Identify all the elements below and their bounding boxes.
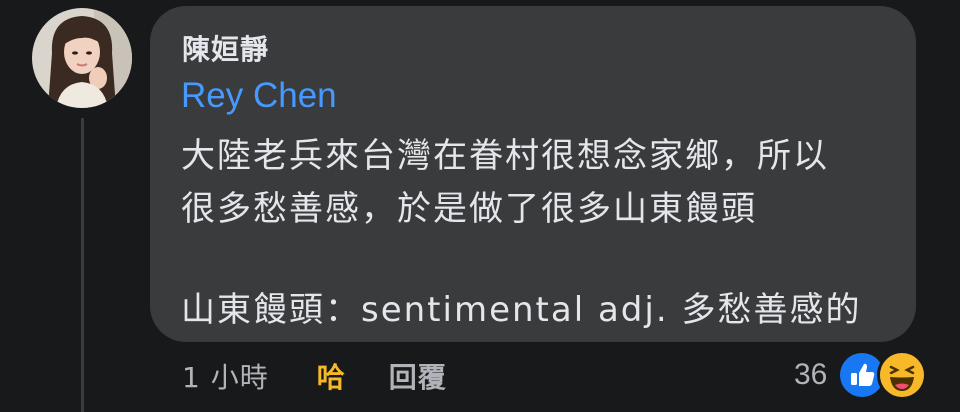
avatar[interactable] [32, 8, 132, 108]
comment-text-line-3: 山東饅頭：sentimental adj. 多愁善感的 [181, 290, 862, 330]
reaction-count: 36 [794, 358, 828, 391]
reaction-button[interactable]: 哈 [317, 356, 345, 396]
haha-icon [877, 350, 928, 400]
comment-actions: 1 小時 哈 回覆 [182, 354, 447, 398]
timestamp[interactable]: 1 小時 [182, 356, 269, 396]
reply-button[interactable]: 回覆 [389, 356, 447, 396]
comment: 陳姮靜 Rey Chen 大陸老兵來台灣在眷村很想念家鄉，所以 很多愁善感，於是… [0, 0, 960, 412]
avatar-photo [32, 8, 132, 108]
comment-text-line-1: 大陸老兵來台灣在眷村很想念家鄉，所以 [181, 136, 829, 176]
author-name[interactable]: 陳姮靜 [182, 28, 269, 68]
thread-line [81, 118, 84, 412]
mention-link[interactable]: Rey Chen [181, 76, 337, 116]
reaction-summary[interactable]: 36 [794, 350, 928, 400]
comment-text-line-2: 很多愁善感，於是做了很多山東饅頭 [181, 189, 757, 229]
comment-bubble: 陳姮靜 Rey Chen 大陸老兵來台灣在眷村很想念家鄉，所以 很多愁善感，於是… [150, 6, 916, 342]
